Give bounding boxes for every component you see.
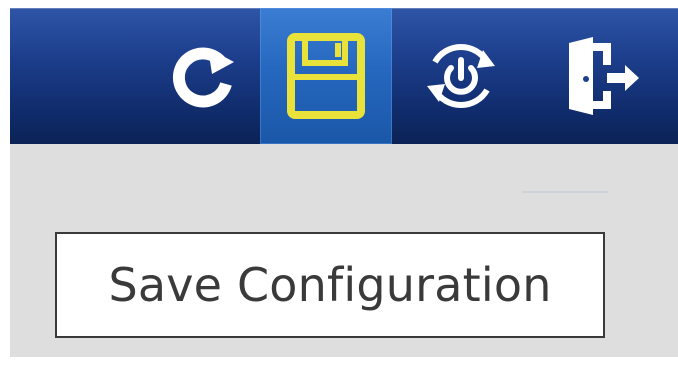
tooltip: Save Configuration <box>55 232 605 338</box>
app-window: Save Configuration <box>0 0 678 365</box>
refresh-button[interactable] <box>148 8 260 144</box>
save-configuration-button[interactable] <box>260 8 392 144</box>
content-area: Save Configuration <box>10 144 678 357</box>
refresh-icon <box>172 47 234 108</box>
logout-door-icon <box>569 37 639 115</box>
divider <box>522 191 608 193</box>
power-restart-icon <box>427 43 495 109</box>
save-icon <box>287 33 365 119</box>
toolbar <box>10 8 678 144</box>
restart-button[interactable] <box>402 8 520 144</box>
tooltip-text: Save Configuration <box>108 258 552 312</box>
bottom-edge <box>10 357 678 365</box>
logout-button[interactable] <box>542 8 662 144</box>
